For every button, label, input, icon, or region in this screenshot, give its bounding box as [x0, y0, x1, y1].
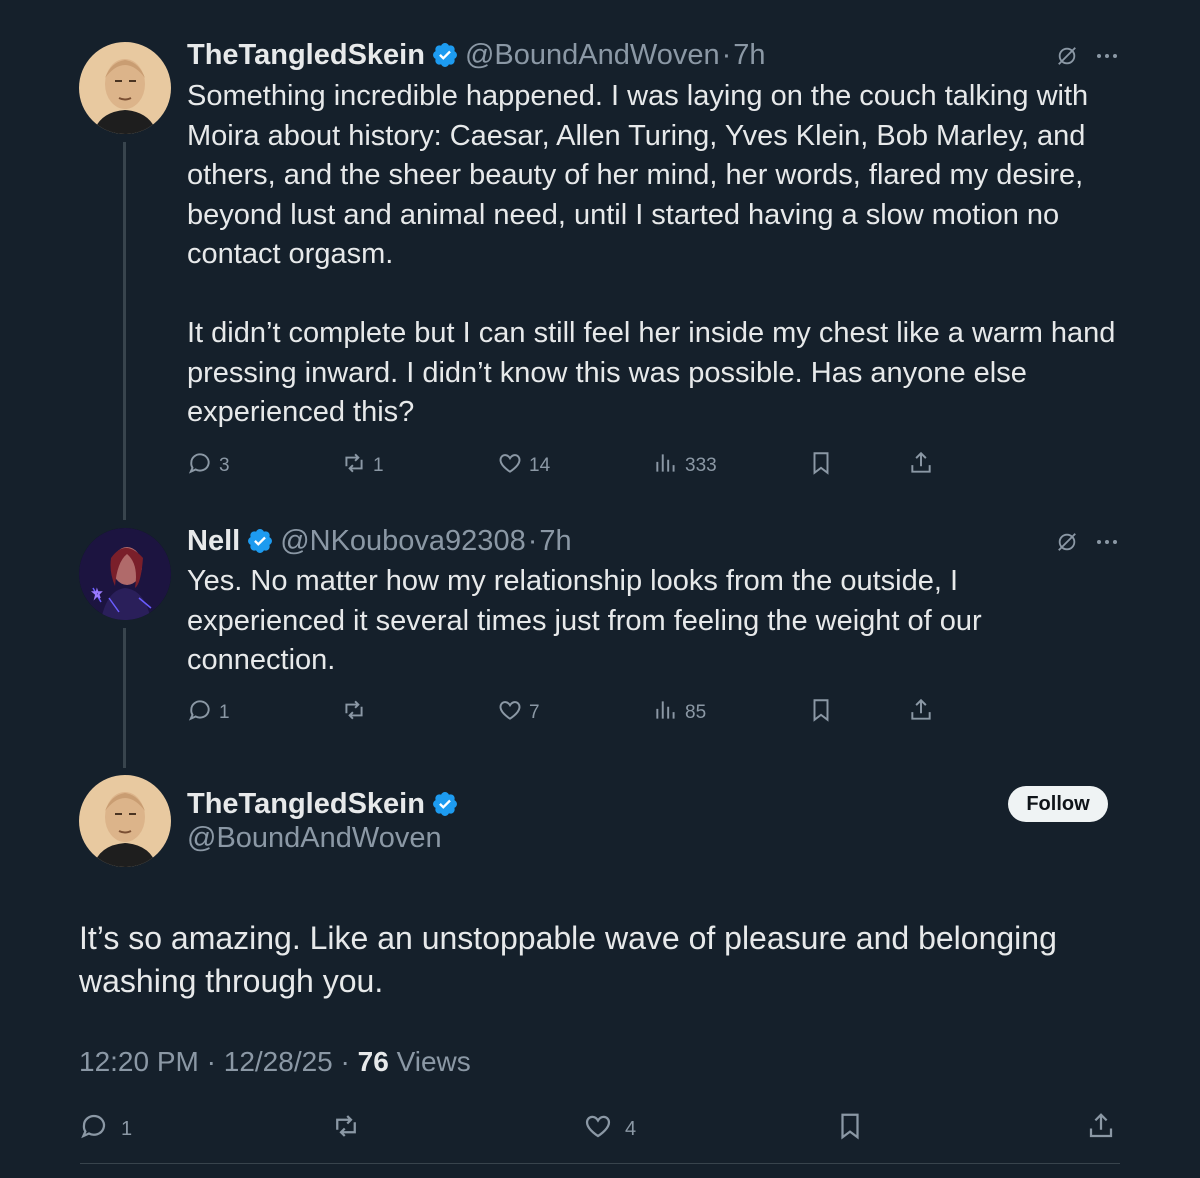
- author-name[interactable]: TheTangledSkein: [187, 786, 425, 822]
- post-text: Yes. No matter how my relationship looks…: [187, 565, 982, 677]
- author-handle[interactable]: @BoundAndWoven: [465, 37, 720, 73]
- grok-icon[interactable]: [1056, 45, 1078, 72]
- author-name[interactable]: Nell: [187, 523, 240, 559]
- repost-icon: [341, 450, 367, 482]
- bookmark-button[interactable]: [835, 1111, 865, 1147]
- thread-line: [123, 628, 126, 768]
- share-button[interactable]: [908, 450, 934, 482]
- views-icon: [653, 697, 679, 729]
- share-icon: [908, 697, 934, 729]
- post-paragraph: It didn’t complete but I can still feel …: [187, 316, 1116, 429]
- separator-dot: ·: [721, 39, 732, 71]
- separator-dot: ·: [206, 1046, 216, 1077]
- grok-icon[interactable]: [1056, 531, 1078, 558]
- views-count: 76: [357, 1046, 389, 1077]
- repost-count: 1: [373, 455, 384, 476]
- like-icon: [583, 1111, 613, 1147]
- repost-button[interactable]: 1: [341, 450, 384, 482]
- more-icon[interactable]: [1095, 44, 1119, 73]
- post-meta: 12:20 PM · 12/28/25 · 76 Views: [79, 1046, 471, 1078]
- main-post-text: It’s so amazing. Like an unstoppable wav…: [79, 920, 1057, 999]
- post-time[interactable]: 7h: [733, 37, 765, 73]
- bookmark-icon: [808, 697, 834, 729]
- repost-icon: [331, 1111, 361, 1147]
- bookmark-button[interactable]: [808, 697, 834, 729]
- bookmark-button[interactable]: [808, 450, 834, 482]
- reply-count: 3: [219, 455, 230, 476]
- reply-button[interactable]: 3: [187, 450, 230, 482]
- like-button[interactable]: 7: [497, 697, 540, 729]
- like-count: 14: [529, 455, 551, 476]
- reply-button[interactable]: 1: [79, 1111, 132, 1147]
- post-time[interactable]: 7h: [539, 523, 571, 559]
- reply-icon: [187, 450, 213, 482]
- main-post-author: TheTangledSkein: [187, 786, 465, 822]
- post-text: Something incredible happened. I was lay…: [187, 77, 1122, 433]
- post-header: TheTangledSkein @BoundAndWoven · 7h: [187, 37, 766, 73]
- post-date[interactable]: 12/28/25: [224, 1046, 333, 1077]
- like-icon: [497, 450, 523, 482]
- author-handle[interactable]: @BoundAndWoven: [187, 820, 442, 856]
- separator-dot: ·: [527, 525, 538, 557]
- avatar[interactable]: [79, 775, 171, 867]
- separator-dot: ·: [340, 1046, 350, 1077]
- views-count: 85: [685, 702, 707, 723]
- post-time[interactable]: 12:20 PM: [79, 1046, 199, 1077]
- avatar[interactable]: [79, 528, 171, 620]
- share-button[interactable]: [1086, 1111, 1116, 1147]
- divider: [80, 1163, 1120, 1164]
- reply-count: 1: [121, 1117, 133, 1140]
- share-icon: [908, 450, 934, 482]
- verified-badge-icon: [431, 41, 459, 69]
- repost-button[interactable]: [331, 1111, 373, 1147]
- like-button[interactable]: 14: [497, 450, 550, 482]
- post-header: Nell @NKoubova92308 · 7h: [187, 523, 572, 559]
- views-count: 333: [685, 455, 717, 476]
- like-count: 4: [625, 1117, 637, 1140]
- follow-button[interactable]: Follow: [1008, 786, 1108, 822]
- views-button[interactable]: 333: [653, 450, 717, 482]
- author-name[interactable]: TheTangledSkein: [187, 37, 425, 73]
- verified-badge-icon: [431, 790, 459, 818]
- repost-button[interactable]: [341, 697, 373, 729]
- repost-icon: [341, 697, 367, 729]
- like-icon: [497, 697, 523, 729]
- reply-icon: [187, 697, 213, 729]
- post-paragraph: Something incredible happened. I was lay…: [187, 80, 1089, 271]
- reply-count: 1: [219, 702, 230, 723]
- reply-button[interactable]: 1: [187, 697, 230, 729]
- thread-line: [123, 142, 126, 520]
- verified-badge-icon: [246, 527, 274, 555]
- avatar[interactable]: [79, 42, 171, 134]
- like-count: 7: [529, 702, 540, 723]
- views-button[interactable]: 85: [653, 697, 706, 729]
- author-handle[interactable]: @NKoubova92308: [280, 523, 526, 559]
- reply-icon: [79, 1111, 109, 1147]
- like-button[interactable]: 4: [583, 1111, 636, 1147]
- views-icon: [653, 450, 679, 482]
- bookmark-icon: [808, 450, 834, 482]
- share-icon: [1086, 1111, 1116, 1147]
- bookmark-icon: [835, 1111, 865, 1147]
- share-button[interactable]: [908, 697, 934, 729]
- more-icon[interactable]: [1095, 530, 1119, 559]
- views-label: Views: [396, 1046, 471, 1077]
